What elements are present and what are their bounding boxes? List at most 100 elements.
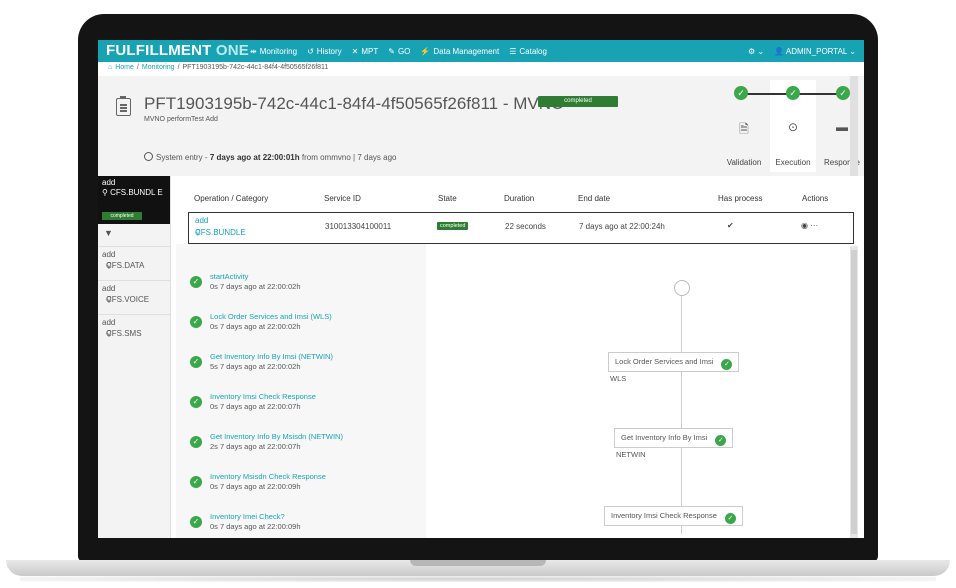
activity-name[interactable]: Inventory Imsi Check Response [210,392,316,401]
check-icon: ✓ [190,316,202,328]
pencil-icon: ✎ [388,46,395,56]
list-item[interactable]: ✓ startActivity 0s 7 days ago at 22:00:02h [190,272,420,304]
sidebar-name-text: CFS.VOICE [106,295,150,304]
user-menu[interactable]: 👤 ADMIN_PORTAL ⌄ [774,47,856,56]
nav-item-data-management[interactable]: ⚡ Data Management [420,47,499,56]
activity-name[interactable]: Inventory Imei Check? [210,512,285,521]
settings-icon[interactable]: ⚙ ⌄ [748,47,764,56]
logo-sub-text: ONE [215,42,249,59]
service-sidebar: add ⚲ CFS.BUNDL E completed ▼ add ⚲ CFS.… [98,176,171,538]
nav-label: History [316,46,342,56]
process-flow-diagram: Lock Order Services and Imsi ✓ WLS Get In… [430,244,848,538]
row-category-text: CFS.BUNDLE [195,228,246,237]
check-icon: ✓ [190,476,202,488]
breadcrumb-home[interactable]: Home [115,64,134,71]
check-icon: ✓ [724,513,736,524]
sidebar-name-text: CFS.SMS [106,329,142,338]
breadcrumb: ⌂ Home / Monitoring / PFT1903195b-742c-44c… [108,64,328,71]
column-header: State [438,194,457,203]
home-icon[interactable]: ⌂ [108,64,112,71]
nav-right: ⚙ ⌄ 👤 ADMIN_PORTAL ⌄ [748,40,856,62]
nav-item-monitoring[interactable]: ⇹ Monitoring [250,47,297,56]
nav-label: Catalog [519,46,547,56]
sidebar-op: add [102,250,116,259]
row-duration: 22 seconds [505,222,546,231]
activity-name[interactable]: Inventory Msisdn Check Response [210,472,326,481]
activity-name[interactable]: Lock Order Services and Imsi (WLS) [210,312,332,321]
user-icon: 👤 [774,46,786,56]
breadcrumb-sep: / [136,64,139,71]
step-execution[interactable]: Execution [769,158,817,167]
scrollbar-thumb[interactable] [851,250,857,534]
row-actions-icon[interactable]: ◉ ··· [801,221,818,230]
page-title: PFT1903195b-742c-44c1-84f4-4f50565f26f81… [144,94,565,113]
chevron-down-icon[interactable]: ▼ [104,228,113,238]
activity-list: ✓ startActivity 0s 7 days ago at 22:00:02h… [176,244,426,538]
check-icon: ✓ [734,86,748,100]
table-row[interactable]: add ⚲ CFS.BUNDLE 310013304100011 complet… [188,212,854,244]
user-name: ADMIN_PORTAL ⌄ [785,46,856,56]
flow-start-node[interactable] [674,280,690,296]
activity-name[interactable]: Get Inventory Info By Imsi (NETWIN) [210,352,333,361]
app-screen: FULFILLMENT ONE ⇹ Monitoring ↺ History ✕ MP… [98,40,864,538]
list-item[interactable]: ✓ Get Inventory Info By Imsi (NETWIN) 5s 7… [190,352,420,384]
sidebar-op: add [102,178,116,187]
table-header: Operation / Category Service ID State Du… [194,194,854,208]
check-icon: ✓ [190,516,202,528]
step-validation[interactable]: Validation [720,158,768,167]
activity-meta: 0s 7 days ago at 22:00:02h [210,282,301,291]
check-icon: ✓ [190,276,202,288]
nav-item-mpt[interactable]: ✕ MPT [352,47,379,56]
activity-meta: 5s 7 days ago at 22:00:02h [210,362,301,371]
app-logo[interactable]: FULFILLMENT ONE [106,42,249,59]
check-icon: ✓ [190,356,202,368]
flow-node-tag: WLS [610,374,627,383]
nav-item-catalog[interactable]: ☰ Catalog [509,47,547,56]
breadcrumb-monitoring[interactable]: Monitoring [142,64,175,71]
laptop-notch [410,560,546,566]
tools-icon: ✕ [351,46,359,56]
sidebar-item-cfs-bundle[interactable]: add ⚲ CFS.BUNDL E completed [98,176,170,224]
list-item[interactable]: ✓ Get Inventory Info By Msisdn (NETWIN) 2s… [190,432,420,464]
main-menu: ⇹ Monitoring ↺ History ✕ MPT ✎ GO ⚡ Data Mana… [250,40,547,62]
sidebar-name-text: CFS.BUNDL E [110,188,163,197]
row-operation[interactable]: add [195,216,208,225]
sidebar-item-cfs-data[interactable]: add ⚲ CFS.DATA [98,246,170,281]
sidebar-item-cfs-sms[interactable]: add ⚲ CFS.SMS [98,314,170,349]
activity-meta: 2s 7 days ago at 22:00:07h [210,442,301,451]
activity-meta: 0s 7 days ago at 22:00:09h [210,522,301,531]
nav-item-go[interactable]: ✎ GO [388,47,410,56]
play-icon[interactable]: ⊙ [773,120,813,134]
list-item[interactable]: ✓ Lock Order Services and Imsi (WLS) 0s 7 … [190,312,420,344]
clock-icon [144,152,153,161]
list-item[interactable]: ✓ Inventory Imsi Check Response 0s 7 days … [190,392,420,424]
document-icon[interactable]: 🗎 [724,120,764,141]
status-badge: completed [538,96,618,107]
logo-main-text: FULFILLMENT [106,42,212,59]
sidebar-item-cfs-voice[interactable]: add ⚲ CFS.VOICE [98,280,170,315]
column-header: Duration [504,194,535,203]
sidebar-name: ⚲ CFS.BUNDL E [102,188,168,197]
activity-name[interactable]: startActivity [210,272,248,281]
flow-node[interactable]: Inventory Imsi Check Response ✓ [604,506,743,526]
nav-item-history[interactable]: ↺ History [307,47,342,56]
sidebar-op: add [102,284,116,293]
flow-node-label: Inventory Imsi Check Response [611,511,717,520]
row-end-date: 7 days ago at 22:00:24h [579,222,665,231]
column-header: Operation / Category [194,194,269,203]
content-scrollbar[interactable] [850,246,858,538]
list-item[interactable]: ✓ Inventory Msisdn Check Response 0s 7 day… [190,472,420,504]
flow-node[interactable]: Lock Order Services and Imsi ✓ [608,352,740,372]
column-header: Service ID [324,194,361,203]
column-header: Has process [718,194,763,203]
monitoring-icon: ⇹ [250,46,257,56]
column-header: Actions [802,194,829,203]
flow-node[interactable]: Get Inventory Info By Imsi ✓ [614,428,734,448]
row-service-id: 310013304100011 [325,222,392,231]
activity-name[interactable]: Get Inventory Info By Msisdn (NETWIN) [210,432,343,441]
activity-meta: 0s 7 days ago at 22:00:09h [210,482,301,491]
header-scrollbar[interactable] [850,76,858,176]
check-icon: ✓ [190,396,202,408]
list-item[interactable]: ✓ Inventory Imei Check? 0s 7 days ago at 2… [190,512,420,538]
entry-time: 7 days ago at 22:00:01h [209,153,300,162]
